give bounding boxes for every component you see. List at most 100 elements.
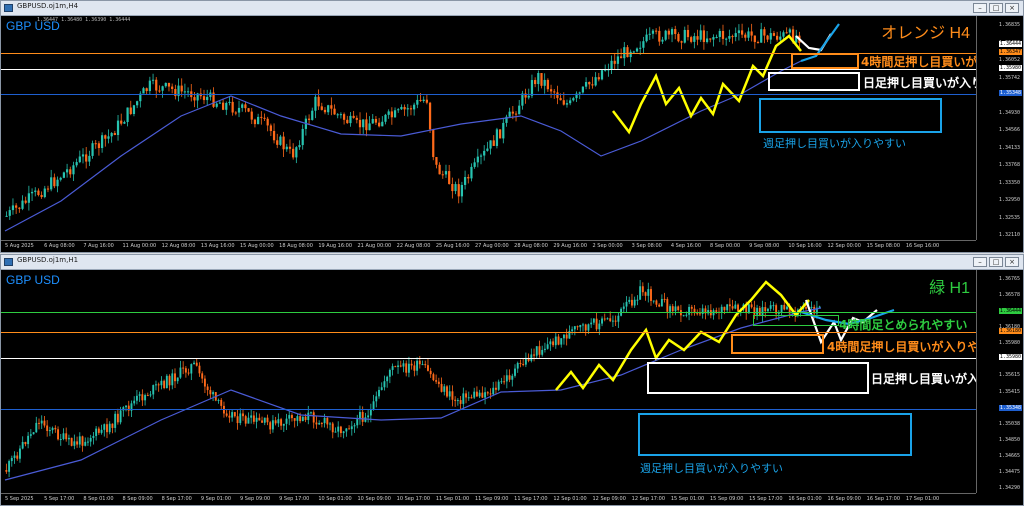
candle-body <box>151 79 155 81</box>
candle-body <box>772 33 776 36</box>
candle-body <box>435 380 438 382</box>
candle-body <box>30 191 34 194</box>
price-axis[interactable]: 1.367651.365781.364111.361801.359801.358… <box>976 270 1023 493</box>
candle-body <box>375 396 378 402</box>
candle-body <box>242 413 244 417</box>
candle-body <box>40 420 43 424</box>
candle-body <box>715 36 718 38</box>
price-axis-label: 1.32110 <box>998 232 1020 238</box>
candle-body <box>645 34 648 42</box>
candle-body <box>617 315 620 322</box>
candle-body <box>307 118 311 120</box>
time-axis[interactable]: 5 Aug 2025 6 Aug 08:00 7 Aug 16:00 11 Aug 0… <box>1 240 976 252</box>
candle-body <box>84 441 87 446</box>
candle-body <box>410 363 413 366</box>
candle-body <box>454 399 457 401</box>
candle-body <box>65 169 69 173</box>
candle-body <box>202 96 206 101</box>
close-icon[interactable]: × <box>1005 257 1019 267</box>
candle-body <box>165 375 168 389</box>
candle-body <box>498 129 502 139</box>
candle-body <box>463 177 467 185</box>
time-axis-label: 27 Aug 00:00 <box>475 243 509 249</box>
time-axis-label: 21 Aug 00:00 <box>357 243 392 249</box>
candle-body <box>40 194 43 198</box>
price-axis-label: 1.35415 <box>998 388 1020 395</box>
candle-body <box>250 415 253 418</box>
candle-body <box>456 400 459 402</box>
maximize-icon[interactable]: □ <box>989 257 1003 267</box>
close-icon[interactable]: × <box>1005 3 1019 13</box>
candle-body <box>473 162 476 167</box>
time-axis-label: 22 Aug 08:00 <box>396 243 431 249</box>
candle-body <box>94 143 97 145</box>
candle-body <box>255 417 258 422</box>
candle-body <box>111 423 114 428</box>
price-chart-area[interactable]: GBP USD 1.36447 1.36480 1.36390 1.36444 … <box>1 16 976 240</box>
candle-body <box>104 135 107 139</box>
candle-body <box>397 365 399 367</box>
candle-body <box>365 119 368 131</box>
candle-body <box>274 420 277 424</box>
candle-body <box>221 102 225 110</box>
minimize-icon[interactable]: – <box>973 3 987 13</box>
candle-body <box>183 91 187 93</box>
candle-body <box>57 429 59 440</box>
candle-body <box>783 304 786 310</box>
candle-body <box>682 315 685 317</box>
candle-body <box>731 306 734 309</box>
candle-body <box>43 188 46 198</box>
candle-body <box>402 363 405 367</box>
price-chart-area[interactable]: GBP USD 緑 H1 4時間足とめられやすい 4時間足押し目買いが入りやすい… <box>1 270 976 493</box>
candle-body <box>54 427 57 430</box>
candle-body <box>362 119 365 128</box>
candle-body <box>756 42 760 44</box>
candle-body <box>584 324 587 331</box>
candle-body <box>696 36 699 40</box>
price-axis-label: 1.34475 <box>998 468 1020 475</box>
time-axis-label: 16 Sep 09:00 <box>827 496 861 502</box>
candle-body <box>400 106 403 110</box>
candle-body <box>27 435 30 445</box>
candle-body <box>465 393 467 398</box>
candle-body <box>642 41 645 48</box>
candle-body <box>508 111 511 117</box>
candle-body <box>288 146 292 149</box>
candle-body <box>503 381 506 383</box>
candle-body <box>73 441 76 446</box>
h4-zone-label: 4時間足押し目買いが入りやすい <box>861 55 976 69</box>
candle-body <box>244 416 247 424</box>
candle-body <box>285 418 288 424</box>
minimize-icon[interactable]: – <box>973 257 987 267</box>
candle-body <box>301 128 304 146</box>
candle-body <box>15 205 18 208</box>
candle-body <box>616 56 620 64</box>
time-axis[interactable]: 5 Sep 2025 5 Sep 17:00 8 Sep 01:00 8 Sep 09… <box>1 493 976 505</box>
candle-body <box>573 326 576 330</box>
time-axis-label: 9 Sep 17:00 <box>279 496 310 502</box>
price-axis-label: 1.36578 <box>998 292 1020 299</box>
candle-body <box>511 111 514 114</box>
candle-body <box>603 318 606 320</box>
window-titlebar[interactable]: GBPUSD.oj1m,H1 – □ × <box>1 255 1023 270</box>
candle-body <box>537 73 540 85</box>
maximize-icon[interactable]: □ <box>989 3 1003 13</box>
candle-body <box>489 140 492 149</box>
candle-body <box>215 103 218 107</box>
candle-body <box>489 393 492 395</box>
candle-body <box>384 114 387 122</box>
chart-window-h1: GBPUSD.oj1m,H1 – □ × GBP USD 緑 H1 4時間足とめ… <box>0 254 1024 506</box>
price-axis[interactable]: 1.368351.364921.360521.357421.353651.349… <box>976 16 1023 240</box>
time-axis-label: 6 Aug 08:00 <box>44 243 75 249</box>
window-titlebar[interactable]: GBPUSD.oj1m,H4 – □ × <box>1 1 1023 16</box>
candle-body <box>559 98 562 101</box>
candle-body <box>116 120 120 136</box>
candle-body <box>195 362 198 366</box>
candle-body <box>652 300 655 302</box>
candle-body <box>355 117 358 120</box>
candle-body <box>460 184 464 197</box>
candle-body <box>186 91 190 93</box>
daily-zone-box <box>768 72 860 91</box>
candle-body <box>330 105 333 109</box>
candle-body <box>723 306 726 311</box>
